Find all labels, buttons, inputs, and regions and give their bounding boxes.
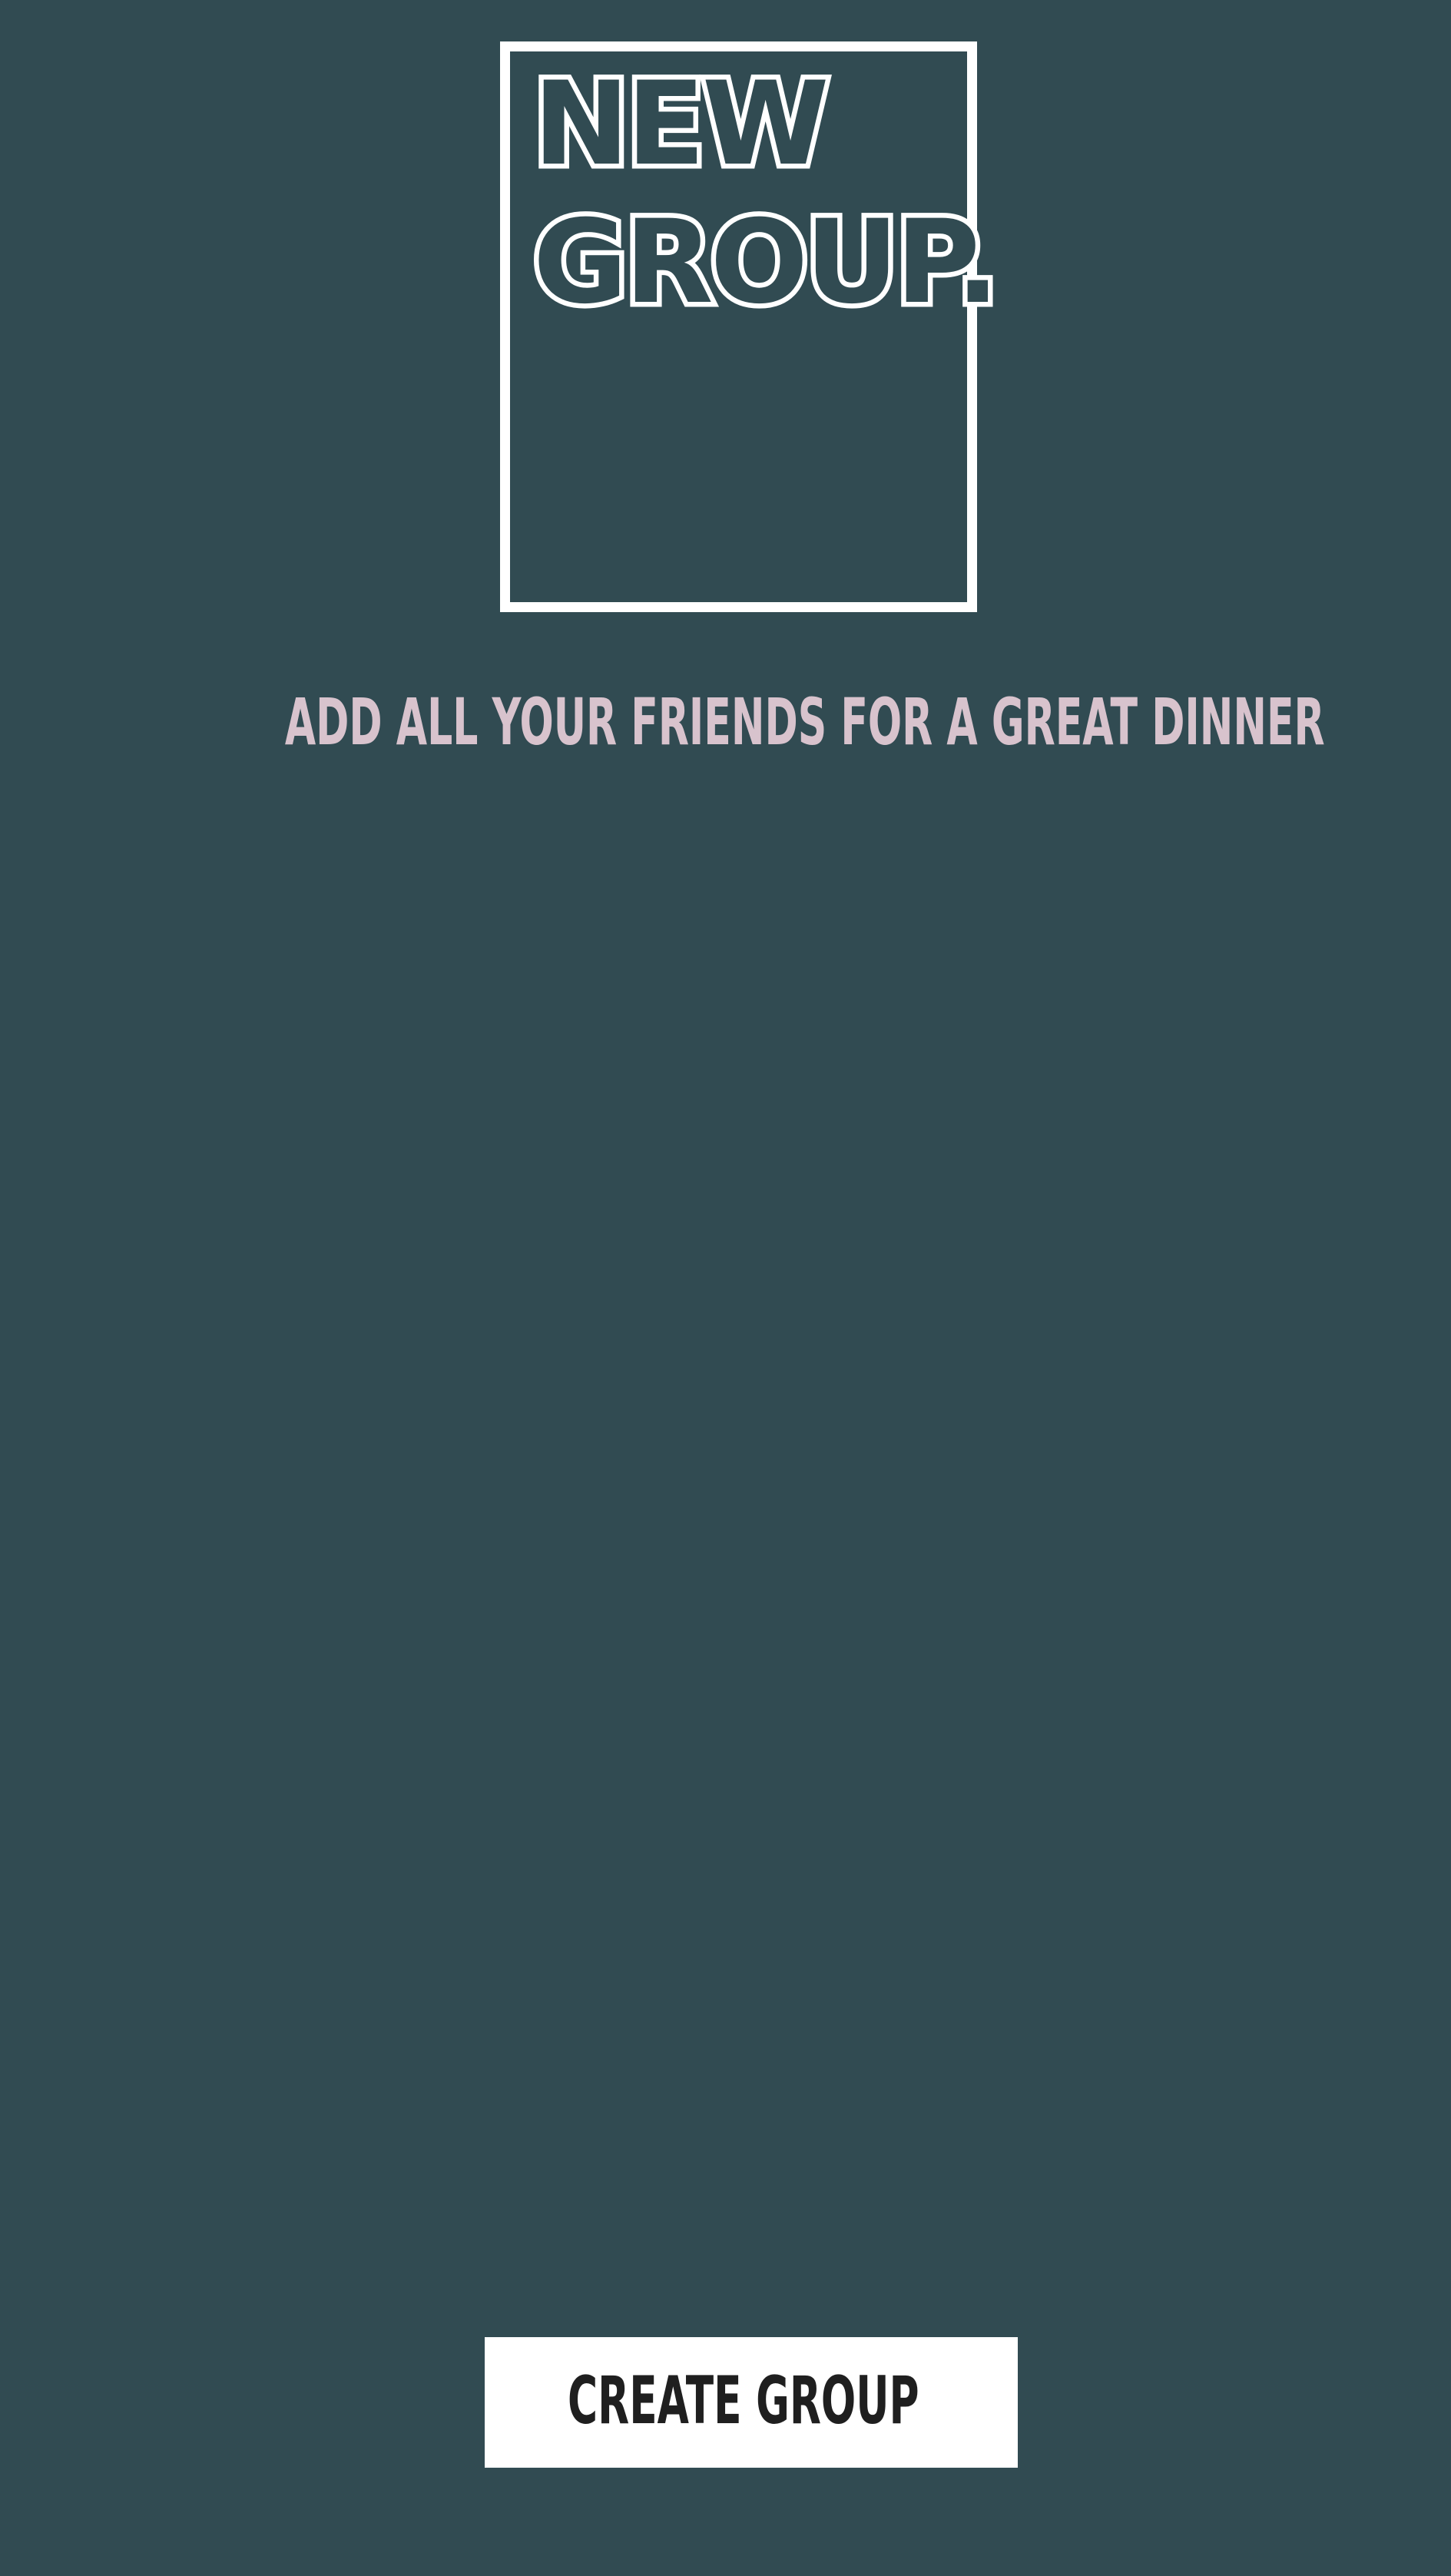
create-group-button-label: CREATE GROUP (568, 2362, 919, 2439)
title-frame: NEW GROUP. (500, 41, 1005, 612)
page-title-line-1: NEW (528, 58, 833, 191)
tagline: ADD ALL YOUR FRIENDS FOR A GREAT DINNER (284, 684, 1325, 760)
page-title-line-2: GROUP. (528, 196, 1004, 329)
create-group-button[interactable]: CREATE GROUP (485, 2337, 1018, 2468)
